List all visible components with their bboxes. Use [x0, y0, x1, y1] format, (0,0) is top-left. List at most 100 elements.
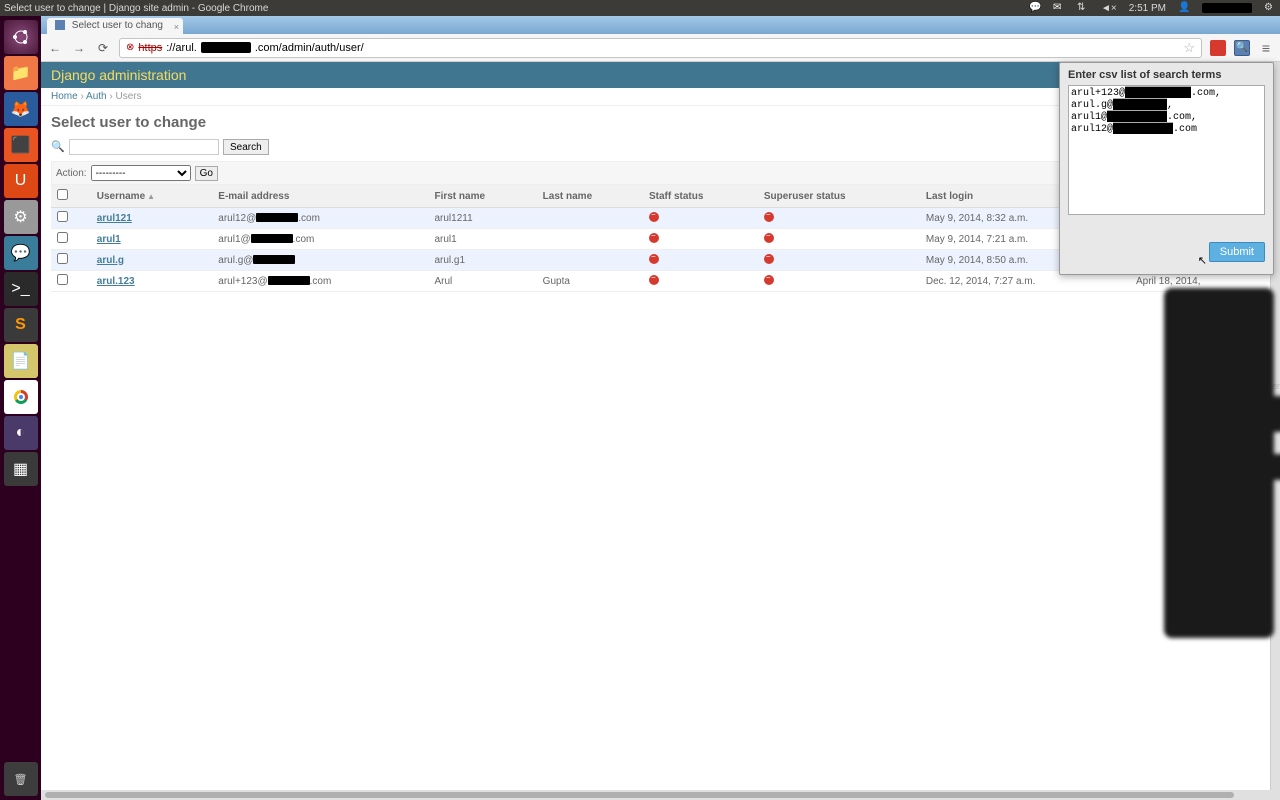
search-input[interactable] [69, 139, 219, 155]
chat-app-icon[interactable]: 💬 [4, 236, 38, 270]
insecure-icon: ⊗ [126, 42, 134, 53]
dash-home-icon[interactable] [4, 20, 38, 54]
email-cell: arul1@.com [212, 229, 428, 250]
mail-indicator-icon[interactable]: ✉ [1053, 2, 1065, 14]
chrome-launcher-icon[interactable] [4, 380, 38, 414]
last-name-cell: Gupta [537, 271, 643, 292]
last-name-cell [537, 208, 643, 229]
extension-red-icon[interactable] [1210, 40, 1226, 56]
settings-gear-icon[interactable]: ⚙ [4, 200, 38, 234]
unity-launcher: 📁 🦊 ⬛ U ⚙ 💬 >_ S 📄 ◐ ▦ 🗑 [0, 16, 41, 800]
scroll-thumb[interactable] [45, 792, 1234, 798]
staff-status-cell [643, 271, 758, 292]
search-icon: 🔍 [51, 140, 65, 154]
chat-indicator-icon[interactable]: 💬 [1029, 2, 1041, 14]
submit-button[interactable]: Submit [1209, 242, 1265, 262]
row-checkbox[interactable] [57, 253, 68, 264]
last-name-cell [537, 229, 643, 250]
superuser-status-cell [758, 229, 920, 250]
url-path: .com/admin/auth/user/ [255, 42, 364, 54]
breadcrumb-auth[interactable]: Auth [86, 91, 107, 102]
username-link[interactable]: arul121 [97, 213, 132, 224]
staff-status-cell [643, 208, 758, 229]
col-username[interactable]: Username▲ [91, 185, 213, 208]
username-link[interactable]: arul1 [97, 234, 121, 245]
tab-title: Select user to chang [72, 20, 163, 31]
user-name-redacted [1202, 3, 1252, 13]
sublime-icon[interactable]: S [4, 308, 38, 342]
status-no-icon [764, 254, 774, 264]
eclipse-icon[interactable]: ◐ [4, 416, 38, 450]
status-no-icon [764, 212, 774, 222]
chrome-menu-icon[interactable]: ≡ [1258, 40, 1274, 56]
horizontal-scrollbar[interactable] [41, 790, 1280, 800]
status-no-icon [764, 233, 774, 243]
email-cell: arul+123@.com [212, 271, 428, 292]
go-button[interactable]: Go [195, 166, 218, 181]
sort-asc-icon: ▲ [147, 192, 155, 201]
system-tray: 💬 ✉ ⇅ ◄× 2:51 PM 👤 ⚙ [1029, 2, 1276, 14]
config-icon[interactable]: ▦ [4, 452, 38, 486]
col-email[interactable]: E-mail address [212, 185, 428, 208]
username-link[interactable]: arul.123 [97, 276, 135, 287]
col-last[interactable]: Last name [537, 185, 643, 208]
reload-button[interactable]: ⟳ [95, 40, 111, 56]
col-first[interactable]: First name [428, 185, 536, 208]
notes-icon[interactable]: 📄 [4, 344, 38, 378]
breadcrumb-home[interactable]: Home [51, 91, 78, 102]
action-label: Action: [56, 168, 87, 179]
favicon-icon [55, 20, 65, 30]
ubuntu-software-icon[interactable]: U [4, 164, 38, 198]
staff-status-cell [643, 250, 758, 271]
network-icon[interactable]: ⇅ [1077, 2, 1089, 14]
volume-icon[interactable]: ◄× [1101, 3, 1117, 14]
browser-tab[interactable]: Select user to chang × [47, 18, 183, 34]
tab-close-icon[interactable]: × [174, 21, 179, 33]
url-scheme: https [138, 42, 162, 54]
col-checkbox [51, 185, 91, 208]
superuser-status-cell [758, 250, 920, 271]
first-name-cell: arul1211 [428, 208, 536, 229]
row-checkbox[interactable] [57, 232, 68, 243]
search-button[interactable]: Search [223, 139, 269, 155]
status-no-icon [649, 275, 659, 285]
row-checkbox[interactable] [57, 211, 68, 222]
first-name-cell: arul.g1 [428, 250, 536, 271]
select-all-checkbox[interactable] [57, 189, 68, 200]
col-super[interactable]: Superuser status [758, 185, 920, 208]
status-no-icon [649, 212, 659, 222]
col-staff[interactable]: Staff status [643, 185, 758, 208]
email-cell: arul.g@ [212, 250, 428, 271]
clock[interactable]: 2:51 PM [1129, 3, 1166, 14]
superuser-status-cell [758, 208, 920, 229]
chrome-tab-strip: Select user to chang × + [41, 16, 1280, 34]
extension-search-icon[interactable]: 🔍 [1234, 40, 1250, 56]
forward-button[interactable]: → [71, 40, 87, 56]
url-host-pre: ://arul. [166, 42, 197, 54]
files-icon[interactable]: 📁 [4, 56, 38, 90]
chrome-toolbar: ← → ⟳ ⊗ https ://arul. .com/admin/auth/u… [41, 34, 1280, 62]
window-title: Select user to change | Django site admi… [4, 3, 1029, 14]
address-bar[interactable]: ⊗ https ://arul. .com/admin/auth/user/ ☆ [119, 38, 1202, 58]
mouse-cursor-icon: ↖ [1198, 254, 1207, 267]
action-select[interactable]: --------- [91, 165, 191, 181]
superuser-status-cell [758, 271, 920, 292]
bookmark-star-icon[interactable]: ☆ [1183, 40, 1195, 56]
first-name-cell: Arul [428, 271, 536, 292]
app-orange-icon[interactable]: ⬛ [4, 128, 38, 162]
csv-textarea[interactable] [1068, 85, 1265, 215]
url-host-redacted [201, 42, 251, 53]
trash-icon[interactable]: 🗑 [4, 762, 38, 796]
user-menu-icon[interactable]: 👤 [1178, 2, 1190, 14]
power-cog-icon[interactable]: ⚙ [1264, 2, 1276, 14]
redacted-panel [1164, 288, 1274, 638]
username-link[interactable]: arul.g [97, 255, 124, 266]
terminal-icon[interactable]: >_ [4, 272, 38, 306]
breadcrumb-users: Users [116, 91, 142, 102]
status-no-icon [764, 275, 774, 285]
email-cell: arul12@.com [212, 208, 428, 229]
firefox-icon[interactable]: 🦊 [4, 92, 38, 126]
back-button[interactable]: ← [47, 40, 63, 56]
row-checkbox[interactable] [57, 274, 68, 285]
popup-title: Enter csv list of search terms [1068, 69, 1265, 81]
